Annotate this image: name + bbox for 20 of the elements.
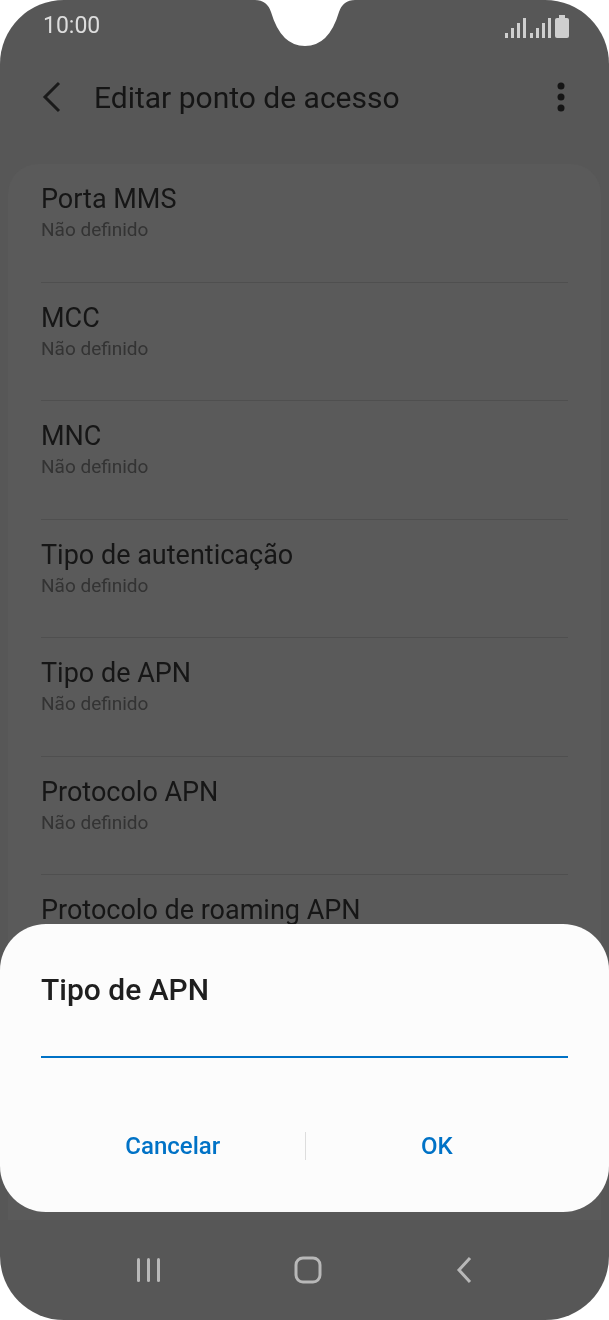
setting-title[interactable]: MCC bbox=[41, 300, 568, 335]
setting-title[interactable]: MNC bbox=[41, 419, 568, 453]
signal-icon bbox=[530, 17, 551, 38]
recent-apps-icon[interactable] bbox=[136, 1257, 163, 1283]
dialog-title: Tipo de APN bbox=[41, 971, 211, 1009]
back-icon[interactable] bbox=[454, 1256, 473, 1284]
home-icon[interactable] bbox=[294, 1256, 323, 1284]
back-icon[interactable] bbox=[42, 81, 62, 113]
setting-title[interactable]: Porta MMS bbox=[41, 182, 568, 216]
more-options-icon[interactable] bbox=[557, 82, 565, 112]
signal-icon bbox=[505, 17, 526, 38]
dialog-button[interactable]: OK bbox=[305, 1120, 568, 1172]
setting-title[interactable]: Protocolo APN bbox=[41, 774, 568, 809]
setting-title[interactable]: Protocolo de roaming APN bbox=[41, 893, 568, 927]
status-time: 10:00 bbox=[43, 10, 101, 41]
setting-title[interactable]: Tipo de APN bbox=[41, 656, 568, 690]
dialog-button[interactable]: Cancelar bbox=[41, 1120, 305, 1172]
setting-title[interactable]: Tipo de autenticação bbox=[41, 537, 568, 572]
battery-icon bbox=[555, 14, 569, 38]
page-title: Editar ponto de acesso bbox=[94, 78, 401, 117]
